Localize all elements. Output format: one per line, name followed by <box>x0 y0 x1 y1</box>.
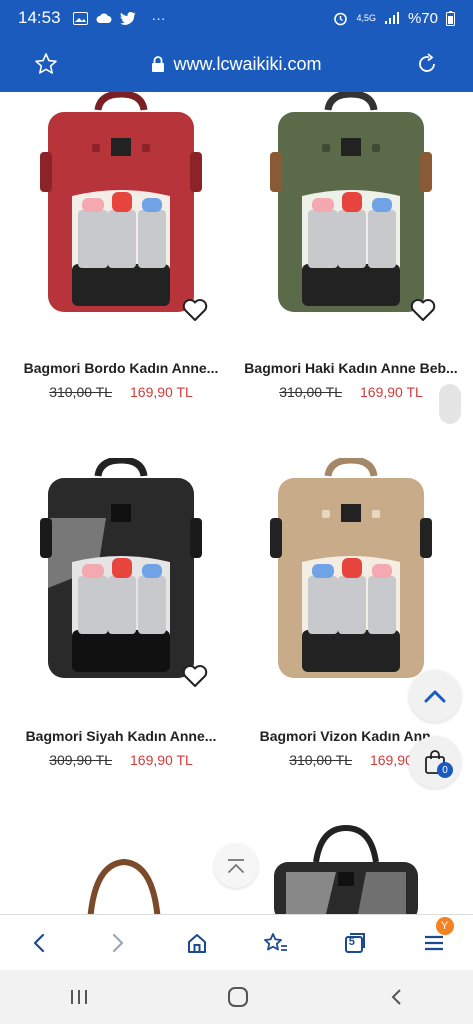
menu-badge: Y <box>435 916 454 935</box>
product-image[interactable] <box>236 458 466 688</box>
bookmarks-star-icon <box>263 932 287 951</box>
cart-button[interactable]: 0 <box>409 736 461 788</box>
product-prices: 310,00 TL 169,90 TL <box>236 384 466 400</box>
lock-icon <box>152 56 165 72</box>
status-bar: 14:53 ··· 4,5G %70 <box>0 0 473 36</box>
menu-button[interactable]: Y <box>414 916 454 963</box>
product-image[interactable] <box>6 458 236 688</box>
status-more: ··· <box>151 10 166 26</box>
product-image[interactable] <box>74 852 174 914</box>
sale-price: 169,90 TL <box>130 752 193 768</box>
bookmark-star-icon[interactable] <box>34 52 58 76</box>
home-button[interactable] <box>177 923 217 963</box>
forward-button[interactable] <box>98 923 138 963</box>
back-to-top-button[interactable] <box>214 844 258 888</box>
product-name[interactable]: Bagmori Haki Kadın Anne Beb... <box>236 360 466 376</box>
sale-price: 169,90 TL <box>130 384 193 400</box>
favorite-heart-icon[interactable] <box>410 298 436 322</box>
favorite-heart-icon[interactable] <box>182 298 208 322</box>
battery-icon <box>446 10 455 26</box>
product-grid: Bagmori Bordo Kadın Anne... 310,00 TL 169… <box>0 92 473 914</box>
chevron-right-icon <box>113 933 124 952</box>
back-button[interactable] <box>19 923 59 963</box>
product-prices: 310,00 TL 169,90 TL <box>6 384 236 400</box>
product-image[interactable] <box>6 92 236 322</box>
tabs-button[interactable]: 5 <box>335 923 375 963</box>
old-price: 309,90 TL <box>49 752 112 768</box>
favorite-heart-icon[interactable] <box>182 664 208 688</box>
tabs-count: 5 <box>348 935 355 948</box>
product-prices: 309,90 TL 169,90 TL <box>6 752 236 768</box>
url-field[interactable]: www.lcwaikiki.com <box>151 53 322 75</box>
product-name[interactable]: Bagmori Bordo Kadın Anne... <box>6 360 236 376</box>
scroll-top-icon <box>228 859 244 873</box>
browser-url-bar: www.lcwaikiki.com <box>0 36 473 92</box>
chevron-up-icon <box>424 690 446 703</box>
scroll-up-button[interactable] <box>409 670 461 722</box>
recent-apps-icon[interactable] <box>69 988 89 1006</box>
twitter-icon <box>119 11 136 25</box>
product-image[interactable] <box>236 92 466 322</box>
sale-price: 169,90 <box>369 752 413 768</box>
image-icon <box>72 11 88 25</box>
product-name[interactable]: Bagmori Siyah Kadın Anne... <box>6 728 236 744</box>
scroll-handle[interactable] <box>439 384 461 424</box>
old-price: 310,00 TL <box>49 384 112 400</box>
old-price: 310,00 TL <box>289 752 352 768</box>
home-circle-icon[interactable] <box>227 986 249 1008</box>
bookmarks-button[interactable] <box>256 923 296 963</box>
home-icon <box>188 933 207 953</box>
signal-icon <box>384 12 399 24</box>
reload-icon[interactable] <box>415 52 439 76</box>
url-text: www.lcwaikiki.com <box>173 53 322 74</box>
hamburger-menu-icon <box>424 935 443 950</box>
battery-level: %70 <box>407 9 438 27</box>
system-nav-bar <box>0 970 473 1024</box>
network-type: 4,5G <box>356 13 376 23</box>
back-arrow-icon[interactable] <box>388 987 404 1007</box>
status-time: 14:53 <box>18 8 61 27</box>
old-price: 310,00 TL <box>279 384 342 400</box>
sale-price: 169,90 TL <box>360 384 423 400</box>
alarm-icon <box>334 12 348 25</box>
product-image[interactable] <box>266 822 426 914</box>
cloud-icon <box>96 13 112 23</box>
browser-bottom-nav: 5 Y <box>0 914 473 970</box>
chevron-left-icon <box>34 933 45 952</box>
cart-count-badge: 0 <box>437 762 453 778</box>
